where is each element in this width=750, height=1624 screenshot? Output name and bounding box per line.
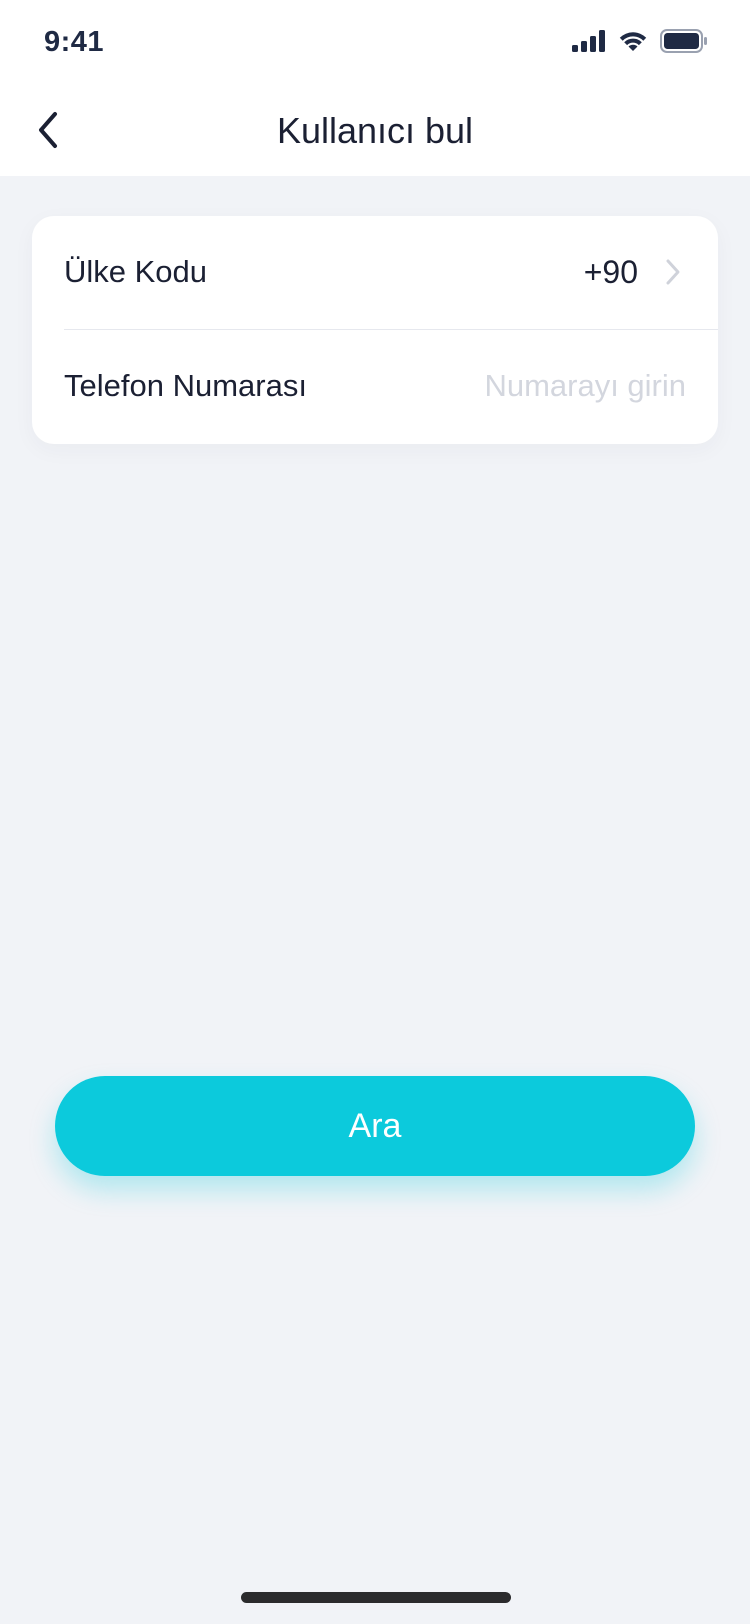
- status-icons: [572, 28, 708, 58]
- country-code-value: +90: [583, 253, 638, 290]
- chevron-right-icon: [662, 257, 684, 287]
- search-form-card: Ülke Kodu +90 Telefon Numarası: [32, 216, 718, 444]
- phone-number-label: Telefon Numarası: [64, 368, 307, 403]
- nav-bar: Kullanıcı bul: [0, 88, 750, 176]
- home-indicator: [241, 1592, 511, 1603]
- phone-number-row: Telefon Numarası: [32, 330, 718, 442]
- wifi-icon: [618, 30, 648, 57]
- page-title: Kullanıcı bul: [276, 110, 474, 151]
- battery-icon: [660, 28, 708, 58]
- status-bar: 9:41: [0, 0, 750, 88]
- country-code-label: Ülke Kodu: [64, 254, 208, 289]
- status-time: 9:41: [44, 26, 105, 58]
- search-button[interactable]: Ara: [55, 1076, 695, 1176]
- country-code-row[interactable]: Ülke Kodu +90: [32, 216, 718, 328]
- cellular-signal-icon: [572, 29, 606, 57]
- phone-number-input[interactable]: [386, 356, 686, 416]
